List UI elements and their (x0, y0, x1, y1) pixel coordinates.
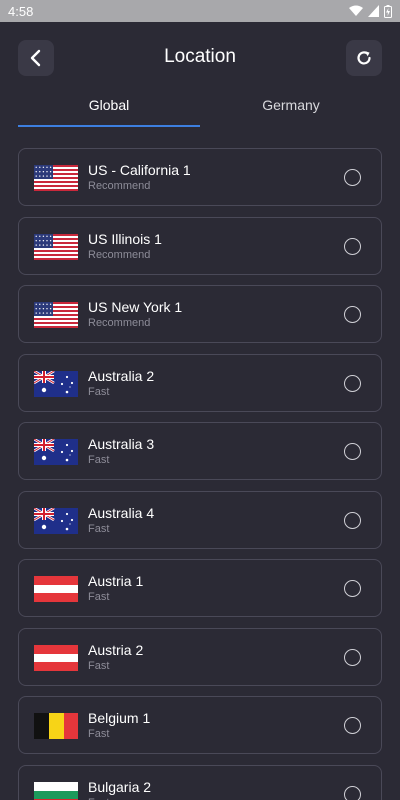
location-name: Australia 2 (88, 367, 155, 384)
status-icons (349, 4, 392, 18)
location-row[interactable]: US - California 1 Recommend (18, 148, 382, 206)
location-tag: Fast (88, 385, 110, 398)
location-tag: Fast (88, 454, 110, 466)
flag-us-icon (34, 233, 78, 260)
page-title: Location (164, 46, 236, 67)
location-row[interactable]: Australia 4 Fast (18, 490, 382, 549)
location-name: US Illinois 1 (88, 230, 162, 247)
signal-icon (368, 5, 379, 17)
tab-bar: Global Germany (18, 92, 382, 128)
location-name: US New York 1 (88, 299, 183, 315)
location-tag: Recommend (88, 317, 151, 329)
location-row[interactable]: Belgium 1 Fast (18, 696, 382, 754)
select-radio[interactable] (344, 237, 361, 255)
location-name: US - California 1 (88, 162, 191, 178)
select-radio[interactable] (344, 306, 361, 323)
tab-selected-indicator (18, 125, 200, 127)
location-name: Austria 1 (88, 573, 144, 589)
status-time: 4:58 (8, 3, 34, 19)
tab-germany[interactable]: Germany (200, 92, 382, 128)
location-row[interactable]: Austria 1 Fast (18, 559, 382, 617)
flag-au-icon (34, 507, 78, 534)
top-bar: Location (0, 22, 400, 92)
select-radio[interactable] (344, 717, 361, 734)
location-name: Austria 2 (88, 641, 144, 658)
location-tag: Fast (88, 797, 109, 800)
status-bar: 4:58 (0, 0, 400, 22)
location-row[interactable]: Australia 3 Fast (18, 422, 382, 480)
location-row[interactable]: Australia 2 Fast (18, 353, 382, 412)
select-radio[interactable] (344, 785, 361, 800)
select-radio[interactable] (344, 169, 361, 186)
refresh-icon (357, 51, 371, 65)
flag-au-icon (34, 439, 78, 465)
location-tag: Fast (88, 591, 110, 603)
select-radio[interactable] (344, 443, 361, 460)
location-tag: Fast (88, 659, 110, 672)
battery-icon (384, 4, 392, 18)
select-radio[interactable] (344, 648, 361, 666)
tab-global[interactable]: Global (18, 92, 200, 128)
refresh-button[interactable] (346, 40, 382, 76)
flag-au-icon (34, 370, 78, 397)
flag-us-icon (34, 302, 78, 328)
location-row[interactable]: Bulgaria 2 Fast (18, 764, 382, 800)
location-name: Australia 3 (88, 436, 155, 452)
flag-at-icon (34, 644, 78, 671)
flag-us-icon (34, 165, 78, 191)
flag-bg-icon (34, 781, 78, 800)
location-row[interactable]: US New York 1 Recommend (18, 285, 382, 343)
flag-at-icon (34, 576, 78, 602)
location-name: Belgium 1 (88, 710, 151, 726)
select-radio[interactable] (344, 580, 361, 597)
select-radio[interactable] (344, 374, 361, 392)
flag-be-icon (34, 713, 78, 739)
location-tag: Recommend (88, 180, 151, 192)
select-radio[interactable] (344, 511, 361, 529)
location-row[interactable]: US Illinois 1 Recommend (18, 216, 382, 275)
location-name: Bulgaria 2 (88, 778, 152, 795)
location-tag: Recommend (88, 248, 151, 261)
location-tag: Fast (88, 728, 110, 740)
location-name: Australia 4 (88, 504, 155, 521)
wifi-icon (349, 5, 363, 16)
location-tag: Fast (88, 522, 110, 535)
location-row[interactable]: Austria 2 Fast (18, 627, 382, 686)
